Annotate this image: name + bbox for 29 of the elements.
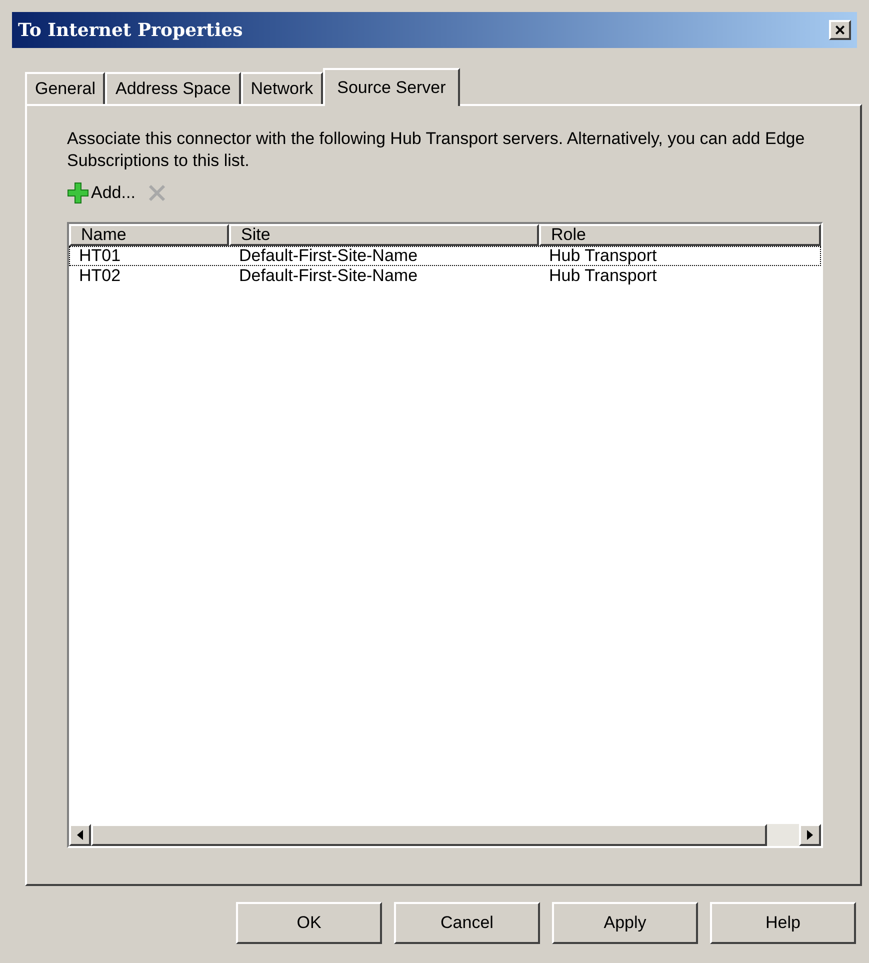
scroll-left-button[interactable] bbox=[69, 824, 91, 846]
close-button[interactable]: × bbox=[829, 20, 851, 40]
tab[interactable]: Address Space bbox=[105, 72, 241, 104]
table-cell-text: Hub Transport bbox=[548, 247, 658, 265]
table-cell-text: Hub Transport bbox=[548, 267, 658, 285]
left-arrow-icon bbox=[77, 830, 83, 840]
column-header[interactable]: Role bbox=[539, 224, 821, 246]
dialog-button[interactable]: Help bbox=[710, 902, 856, 944]
table-cell-text: Default-First-Site-Name bbox=[238, 267, 419, 285]
add-button[interactable]: Add... bbox=[67, 180, 136, 206]
dialog-button[interactable]: OK bbox=[236, 902, 382, 944]
plus-icon bbox=[67, 182, 89, 204]
tab[interactable]: Source Server bbox=[323, 68, 460, 106]
tab[interactable]: Network bbox=[240, 72, 324, 104]
scroll-right-button[interactable] bbox=[799, 824, 821, 846]
x-icon bbox=[147, 183, 168, 203]
dialog-button[interactable]: Cancel bbox=[394, 902, 540, 944]
table-row[interactable]: HT01 Default-First-Site-Name Hub Transport bbox=[69, 246, 821, 266]
window-title: To Internet Properties bbox=[18, 18, 243, 42]
dialog-button[interactable]: Apply bbox=[552, 902, 698, 944]
column-header[interactable]: Name bbox=[69, 224, 229, 246]
column-header[interactable]: Site bbox=[229, 224, 539, 246]
table-cell-text: HT01 bbox=[78, 247, 122, 265]
table-cell-text: HT02 bbox=[78, 267, 122, 285]
description-text: Associate this connector with the following Hub Transport servers. Alternatively, you can add Edge Subscriptions to this list. bbox=[67, 128, 806, 172]
table-row[interactable]: HT02 Default-First-Site-Name Hub Transport bbox=[69, 266, 821, 286]
table-cell-text: Default-First-Site-Name bbox=[238, 247, 419, 265]
right-arrow-icon bbox=[807, 830, 813, 840]
tab[interactable]: General bbox=[25, 72, 106, 104]
